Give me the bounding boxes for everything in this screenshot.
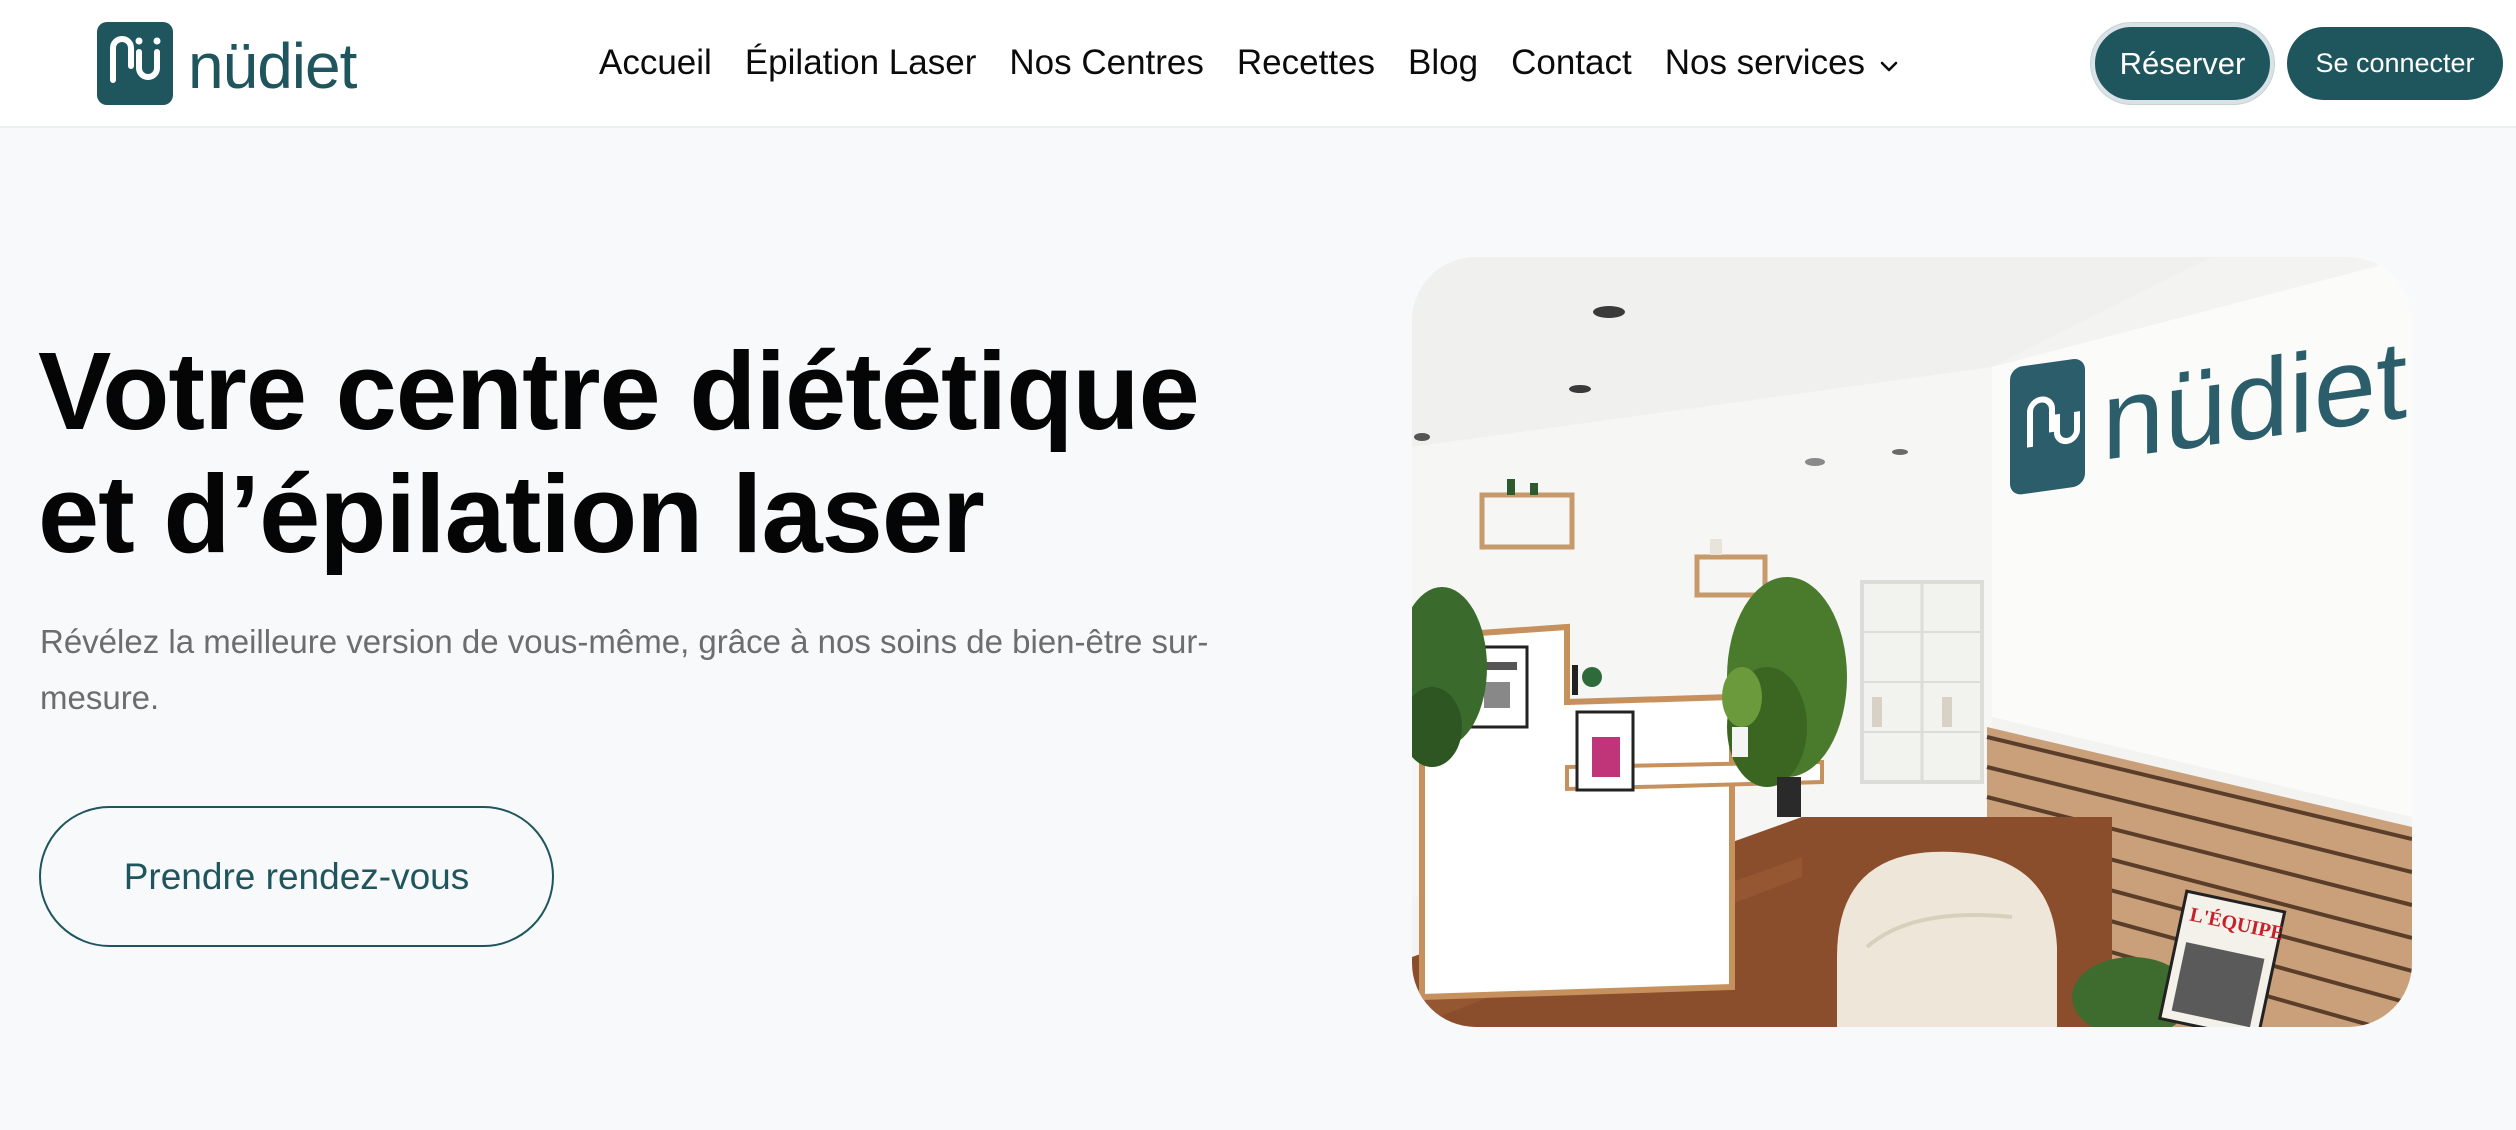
- nav-item-nos-services[interactable]: Nos services: [1665, 43, 1899, 83]
- armchair: [1837, 851, 2057, 1027]
- nav-item-accueil[interactable]: Accueil: [599, 43, 712, 83]
- site-header: nüdiet Accueil Épilation Laser Nos Centr…: [0, 0, 2516, 128]
- nav-item-nos-centres[interactable]: Nos Centres: [1009, 43, 1204, 83]
- main-nav: Accueil Épilation Laser Nos Centres Rece…: [599, 0, 1899, 126]
- brand-logo[interactable]: nüdiet: [97, 22, 357, 105]
- reserve-button[interactable]: Réserver: [2091, 23, 2274, 104]
- brand-name: nüdiet: [188, 29, 357, 102]
- book-appointment-button[interactable]: Prendre rendez-vous: [39, 806, 554, 947]
- nav-item-contact[interactable]: Contact: [1511, 43, 1632, 83]
- display-cabinet: [1860, 580, 1984, 784]
- nav-item-epilation-laser[interactable]: Épilation Laser: [745, 43, 977, 83]
- nav-item-recettes[interactable]: Recettes: [1237, 43, 1375, 83]
- nav-item-blog[interactable]: Blog: [1408, 43, 1478, 83]
- hero-title-line-1: Votre centre diététique: [38, 330, 1200, 453]
- center-interior-photo: nüdiet L'ÉQUIPE: [1412, 257, 2412, 1027]
- hero-title: Votre centre diététique et d’épilation l…: [38, 330, 1358, 576]
- nav-item-nos-services-label: Nos services: [1664, 43, 1866, 82]
- login-button[interactable]: Se connecter: [2287, 27, 2503, 100]
- chevron-down-icon: [1879, 43, 1899, 83]
- hero-subtitle: Révélez la meilleure version de vous-mêm…: [40, 623, 1209, 716]
- hero-title-line-2: et d’épilation laser: [38, 453, 985, 576]
- logo-mark-icon: [97, 22, 173, 105]
